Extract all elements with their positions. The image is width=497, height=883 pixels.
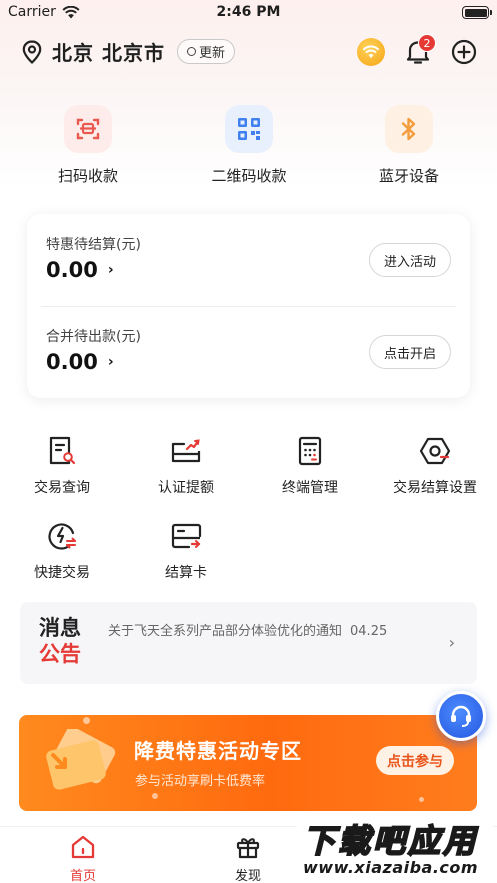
settlement-card-icon [168,518,204,554]
qr-code-icon [225,105,273,153]
announcement-bar[interactable]: 消息 公告 关于飞天全系列产品部分体验优化的通知 04.25 › [20,602,477,684]
function-quick-trade[interactable]: 快捷交易 [2,518,122,582]
wifi-status-icon[interactable] [357,38,385,66]
function-label: 快捷交易 [34,565,90,581]
quick-action-scan-pay[interactable]: 扫码收款 [33,105,143,186]
balance-value: 0.00 [46,350,98,374]
balance-value-link[interactable]: 0.00 › [46,258,114,282]
announcement-item[interactable]: 关于飞天全系列产品部分体验优化的通知 04.25 [108,620,387,639]
decor-dot [152,793,158,799]
quick-action-label: 蓝牙设备 [378,167,439,185]
card-discount-icon [46,729,116,790]
balance-label: 特惠待结算(元) [46,237,141,253]
quick-trade-icon [44,518,80,554]
function-label: 结算卡 [165,565,207,581]
status-bar: Carrier 2:46 PM [0,0,497,26]
function-label: 认证提额 [158,480,214,496]
header: 北京 北京市 更新 2 [0,32,497,72]
function-limit-increase[interactable]: 认证提额 [126,433,246,497]
battery-icon [462,6,492,19]
decor-dot [83,717,90,724]
quick-actions: 扫码收款 二维码收款 蓝牙设备 [0,105,497,190]
balance-label: 合并待出款(元) [46,329,141,345]
scan-code-icon [64,105,112,153]
banner-title: 降费特惠活动专区 [134,739,302,763]
notification-count-badge: 2 [418,34,436,52]
tab-label: 发现 [234,869,261,883]
chevron-right-icon[interactable]: › [449,633,455,652]
function-label: 交易结算设置 [393,480,477,496]
settlement-settings-icon [417,433,453,469]
enable-merge-button[interactable]: 点击开启 [368,335,451,369]
watermark-url: www.xiazaiba.com [303,858,479,877]
update-label: 更新 [199,46,226,61]
function-label: 终端管理 [282,480,338,496]
update-location-button[interactable]: 更新 [177,39,236,64]
function-label: 交易查询 [34,480,90,496]
chevron-right-icon: › [107,262,114,278]
chevron-right-icon: › [107,354,114,370]
headset-icon [451,705,471,727]
limit-increase-icon [168,433,204,469]
location-label[interactable]: 北京 北京市 [52,37,165,66]
function-transaction-query[interactable]: 交易查询 [2,433,122,497]
gift-icon [208,834,288,860]
announcement-title: 消息 公告 [39,615,87,667]
enter-activity-button[interactable]: 进入活动 [368,243,451,277]
function-settlement-settings[interactable]: 交易结算设置 [375,433,495,497]
tab-home[interactable]: 首页 [43,834,123,883]
promo-banner[interactable]: 降费特惠活动专区 参与活动享刷卡低费率 点击参与 [19,715,477,811]
quick-action-label: 扫码收款 [57,167,118,185]
quick-action-bluetooth[interactable]: 蓝牙设备 [354,105,464,186]
balance-row-merge: 合并待出款(元) 0.00 › 点击开启 [27,306,470,398]
announcement-text: 关于飞天全系列产品部分体验优化的通知 [108,624,343,639]
banner-subtitle: 参与活动享刷卡低费率 [135,774,266,789]
decor-dot [419,797,424,802]
location-pin-icon[interactable] [22,40,42,64]
balance-value: 0.00 [46,258,98,282]
bluetooth-icon [385,105,433,153]
transaction-query-icon [44,433,80,469]
announcement-title-line1: 消息 [39,616,81,640]
quick-action-qr-pay[interactable]: 二维码收款 [194,105,304,186]
join-activity-button[interactable]: 点击参与 [376,746,454,775]
watermark-title: 下载吧应用 [302,821,479,861]
function-settlement-card[interactable]: 结算卡 [126,518,246,582]
status-time: 2:46 PM [216,4,281,20]
balance-row-special: 特惠待结算(元) 0.00 › 进入活动 [27,214,470,306]
announcement-date: 04.25 [350,624,388,639]
quick-action-label: 二维码收款 [211,167,287,185]
balance-card: 特惠待结算(元) 0.00 › 进入活动 合并待出款(元) 0.00 › 点击开… [27,214,470,398]
watermark-logo: 下载吧应用 www.xiazaiba.com [297,812,493,881]
home-icon [43,834,123,860]
announcement-title-line2: 公告 [39,642,81,666]
balance-value-link[interactable]: 0.00 › [46,350,114,374]
terminal-manage-icon [292,433,328,469]
add-circle-icon[interactable] [451,39,477,65]
customer-service-button[interactable] [436,691,486,741]
tab-label: 首页 [69,869,96,883]
tab-discover[interactable]: 发现 [208,834,288,883]
refresh-icon [187,47,196,56]
function-terminal-manage[interactable]: 终端管理 [250,433,370,497]
